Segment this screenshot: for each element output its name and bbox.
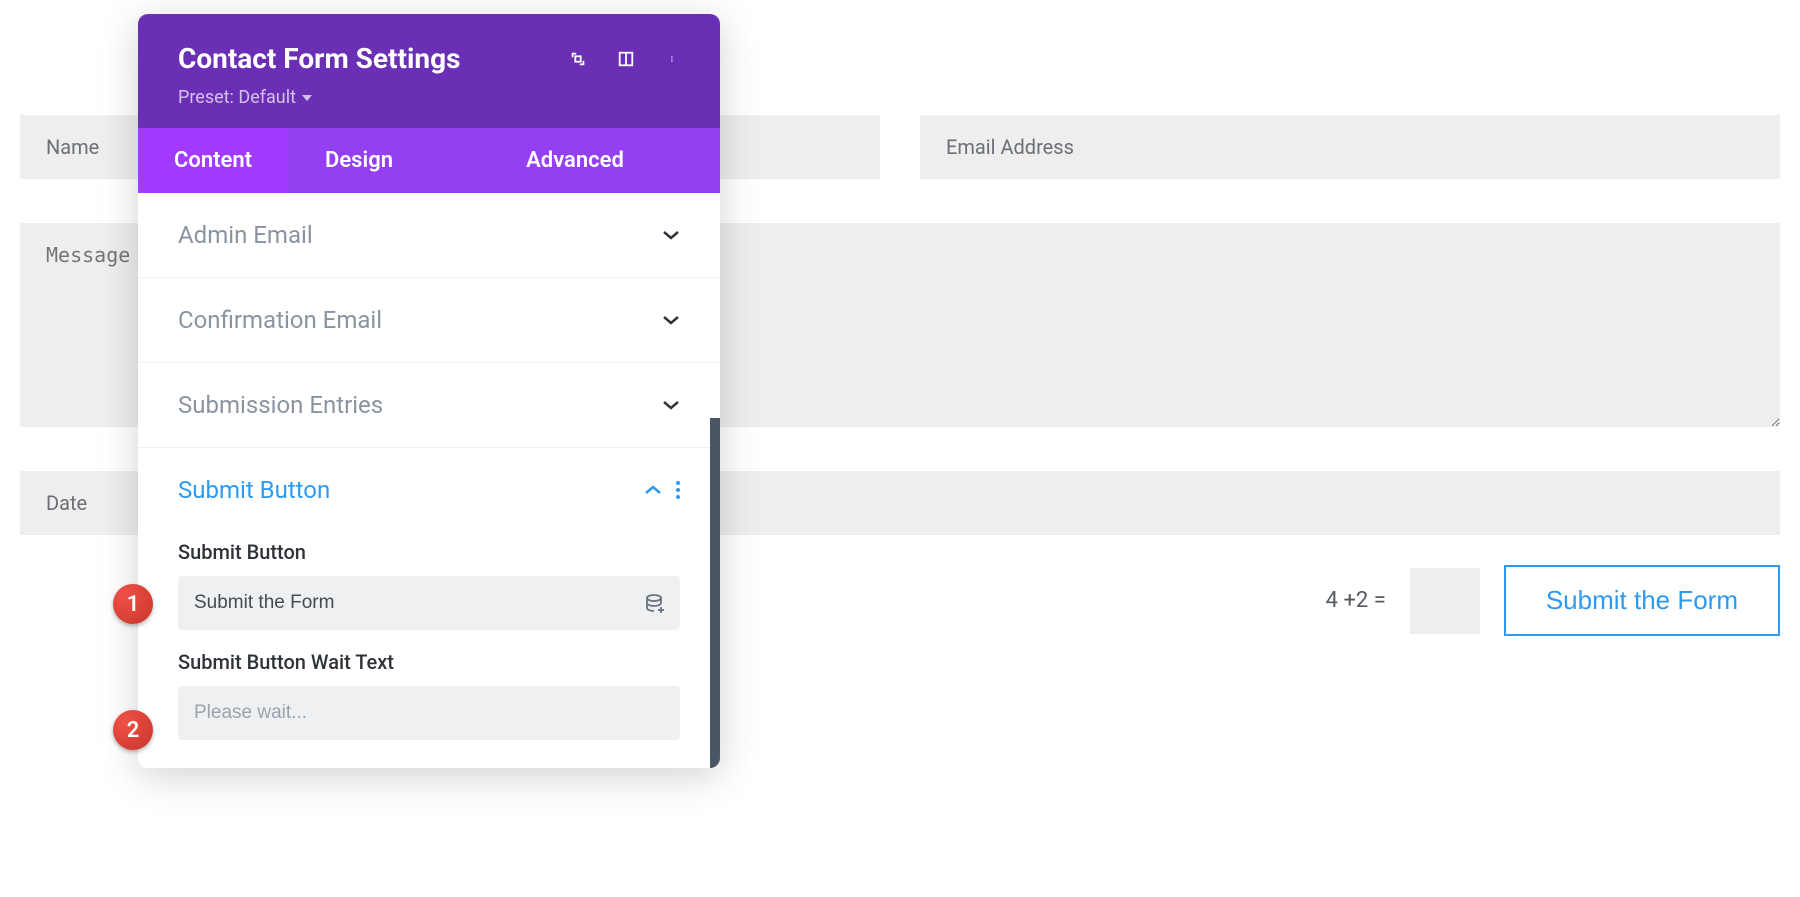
- chevron-up-icon: [644, 484, 662, 496]
- sections-container: Admin Email Confirmation Email Submissio…: [138, 193, 720, 768]
- email-input[interactable]: Email Address: [920, 115, 1780, 179]
- expand-icon[interactable]: [568, 49, 588, 69]
- section-submit-button[interactable]: Submit Button: [138, 448, 720, 520]
- tab-advanced[interactable]: Advanced: [430, 128, 720, 193]
- submit-button[interactable]: Submit the Form: [1504, 565, 1780, 636]
- chevron-down-icon: [662, 314, 680, 326]
- field-label-submit-button: Submit Button: [178, 540, 680, 564]
- section-kebab-icon[interactable]: [676, 481, 680, 499]
- annotation-badge-2: 2: [113, 710, 153, 750]
- preset-selector[interactable]: Preset: Default: [178, 87, 312, 108]
- section-title: Submit Button: [178, 476, 330, 504]
- tab-content[interactable]: Content: [138, 128, 288, 193]
- field-label-wait-text: Submit Button Wait Text: [178, 650, 680, 674]
- preset-label: Preset: Default: [178, 87, 296, 108]
- section-body-submit-button: Submit Button Submit Butt: [138, 540, 720, 768]
- section-title: Confirmation Email: [178, 306, 382, 334]
- section-title: Submission Entries: [178, 391, 383, 419]
- layout-icon[interactable]: [616, 49, 636, 69]
- tabs: Content Design Advanced: [138, 128, 720, 193]
- kebab-menu-icon[interactable]: [664, 49, 684, 69]
- wait-text-input[interactable]: [178, 686, 680, 740]
- submit-button-text-input[interactable]: [178, 576, 680, 630]
- tab-design[interactable]: Design: [288, 128, 430, 193]
- caret-down-icon: [302, 95, 312, 101]
- scrollbar[interactable]: [710, 418, 720, 768]
- section-confirmation-email[interactable]: Confirmation Email: [138, 278, 720, 363]
- captcha-label: 4 +2 =: [1326, 588, 1386, 613]
- panel-header: Contact Form Settings: [138, 14, 720, 128]
- section-submission-entries[interactable]: Submission Entries: [138, 363, 720, 448]
- chevron-down-icon: [662, 399, 680, 411]
- annotation-badge-1: 1: [113, 584, 153, 624]
- settings-panel: Contact Form Settings: [138, 14, 720, 768]
- section-title: Admin Email: [178, 221, 313, 249]
- section-admin-email[interactable]: Admin Email: [138, 193, 720, 278]
- panel-title: Contact Form Settings: [178, 42, 460, 75]
- chevron-down-icon: [662, 229, 680, 241]
- dynamic-content-icon[interactable]: [644, 592, 666, 614]
- captcha-input[interactable]: [1410, 568, 1480, 634]
